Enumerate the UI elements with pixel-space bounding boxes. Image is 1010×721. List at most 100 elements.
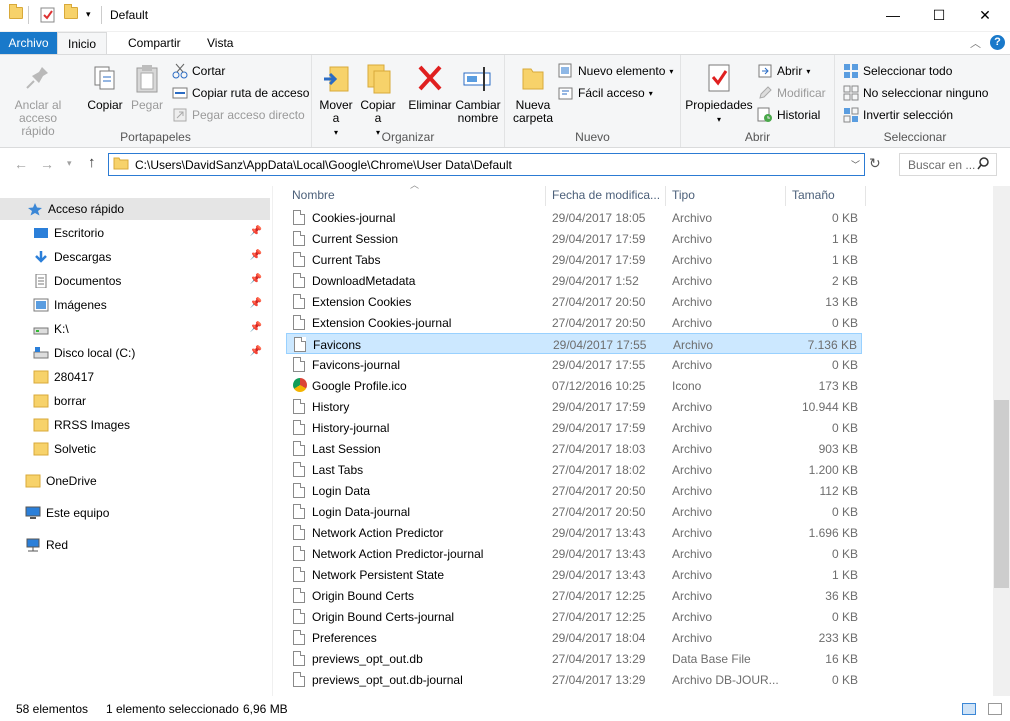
- file-date: 27/04/2017 12:25: [552, 610, 646, 624]
- network-icon: [25, 538, 41, 552]
- recent-locations-icon[interactable]: ▾: [67, 158, 72, 169]
- rename-label: Cambiar nombre: [455, 98, 501, 125]
- select-none-button[interactable]: No seleccionar ninguno: [843, 85, 988, 101]
- file-type: Archivo: [672, 589, 713, 603]
- file-row[interactable]: Last Tabs 27/04/2017 18:02 Archivo 1.200 KB: [286, 459, 862, 480]
- file-row[interactable]: Cookies-journal 29/04/2017 18:05 Archivo 0 …: [286, 207, 862, 228]
- nav-este-equipo[interactable]: Este equipo: [0, 502, 270, 524]
- column-date[interactable]: Fecha de modifica...: [546, 186, 666, 206]
- computer-icon: [25, 506, 41, 520]
- minimize-button[interactable]: —: [870, 0, 916, 30]
- file-row[interactable]: Origin Bound Certs 27/04/2017 12:25 Archiv…: [286, 585, 862, 606]
- help-icon[interactable]: ?: [990, 35, 1005, 50]
- nav-borrar[interactable]: borrar: [0, 390, 270, 412]
- properties-icon[interactable]: [40, 7, 56, 23]
- file-row[interactable]: Favicons-journal 29/04/2017 17:55 Archivo 0…: [286, 354, 862, 375]
- nav-solvetic[interactable]: Solvetic: [0, 438, 270, 460]
- collapse-ribbon-icon[interactable]: ︿: [970, 35, 981, 51]
- paste-shortcut-button[interactable]: Pegar acceso directo: [172, 107, 305, 123]
- file-row[interactable]: previews_opt_out.db 27/04/2017 13:29 Data …: [286, 648, 862, 669]
- nav-descargas[interactable]: Descargas 📌: [0, 246, 270, 268]
- up-arrow-icon[interactable]: ↑: [88, 154, 96, 171]
- open-icon: [757, 63, 773, 79]
- file-row[interactable]: Login Data-journal 27/04/2017 20:50 Archiv…: [286, 501, 862, 522]
- nav-onedrive[interactable]: OneDrive: [0, 470, 270, 492]
- forward-arrow-icon[interactable]: →: [40, 156, 54, 172]
- select-all-button[interactable]: Seleccionar todo: [843, 63, 952, 79]
- invert-selection-button[interactable]: Invertir selección: [843, 107, 953, 123]
- back-arrow-icon[interactable]: ←: [14, 156, 28, 172]
- copy-path-button[interactable]: Copiar ruta de acceso: [172, 85, 309, 101]
- large-icons-view-icon[interactable]: [988, 703, 1002, 715]
- new-folder-icon[interactable]: [64, 4, 78, 19]
- tab-archivo[interactable]: Archivo: [0, 32, 57, 55]
- file-name: Current Tabs: [312, 253, 381, 267]
- nav-disco-local[interactable]: Disco local (C:) 📌: [0, 342, 270, 364]
- maximize-button[interactable]: ☐: [916, 0, 962, 30]
- tab-vista[interactable]: Vista: [197, 32, 243, 55]
- cut-button[interactable]: Cortar: [172, 63, 225, 79]
- pin-quick-access-button[interactable]: Anclar al acceso rápido: [6, 61, 70, 138]
- file-row[interactable]: Login Data 27/04/2017 20:50 Archivo 112 KB: [286, 480, 862, 501]
- file-row[interactable]: Last Session 27/04/2017 18:03 Archivo 903 K…: [286, 438, 862, 459]
- nav-k-drive[interactable]: K:\ 📌: [0, 318, 270, 340]
- file-icon: [293, 231, 305, 246]
- customize-quick-access-icon[interactable]: ▾: [86, 9, 91, 20]
- copy-to-button[interactable]: Copiar a ▾: [360, 61, 396, 139]
- selection-count: 1 elemento seleccionado: [106, 702, 239, 716]
- nav-red[interactable]: Red: [0, 534, 270, 556]
- documents-icon: [33, 273, 49, 289]
- file-row[interactable]: Preferences 29/04/2017 18:04 Archivo 233 KB: [286, 627, 862, 648]
- refresh-icon[interactable]: ↻: [869, 155, 881, 172]
- details-view-icon[interactable]: [962, 703, 976, 715]
- file-row[interactable]: Network Persistent State 29/04/2017 13:43…: [286, 564, 862, 585]
- nav-escritorio[interactable]: Escritorio 📌: [0, 222, 270, 244]
- file-row[interactable]: previews_opt_out.db-journal 27/04/2017 13…: [286, 669, 862, 690]
- paste-button[interactable]: Pegar: [130, 61, 164, 112]
- scrollbar-thumb[interactable]: [994, 400, 1009, 588]
- file-row[interactable]: Google Profile.ico 07/12/2016 10:25 Icono 1…: [286, 375, 862, 396]
- edit-button[interactable]: Modificar: [757, 85, 826, 101]
- column-type[interactable]: Tipo: [666, 186, 786, 206]
- history-button[interactable]: Historial: [757, 107, 820, 123]
- file-row[interactable]: Origin Bound Certs-journal 27/04/2017 12:…: [286, 606, 862, 627]
- file-row[interactable]: Network Action Predictor 29/04/2017 13:43…: [286, 522, 862, 543]
- address-dropdown-icon[interactable]: ﹀: [851, 158, 860, 171]
- tab-inicio[interactable]: Inicio: [57, 32, 108, 55]
- file-row[interactable]: Extension Cookies 27/04/2017 20:50 Archivo…: [286, 291, 862, 312]
- move-to-label: Mover a: [319, 98, 353, 125]
- nav-documentos[interactable]: Documentos 📌: [0, 270, 270, 292]
- nav-rrss-images[interactable]: RRSS Images: [0, 414, 270, 436]
- nav-280417[interactable]: 280417: [0, 366, 270, 388]
- copy-button[interactable]: Copiar: [86, 61, 124, 112]
- nav-quick-access[interactable]: Acceso rápido: [0, 198, 270, 220]
- easy-access-button[interactable]: Fácil acceso ▾: [558, 85, 653, 101]
- file-row[interactable]: Network Action Predictor-journal 29/04/20…: [286, 543, 862, 564]
- file-row[interactable]: Current Session 29/04/2017 17:59 Archivo 1 …: [286, 228, 862, 249]
- new-item-button[interactable]: Nuevo elemento ▾: [558, 63, 673, 79]
- file-row[interactable]: History 29/04/2017 17:59 Archivo 10.944 KB: [286, 396, 862, 417]
- column-name[interactable]: Nombre: [286, 186, 546, 206]
- delete-button[interactable]: Eliminar: [408, 61, 452, 112]
- copy-path-label: Copiar ruta de acceso: [192, 86, 310, 100]
- file-type: Archivo: [672, 295, 713, 309]
- new-folder-button[interactable]: Nueva carpeta: [513, 61, 553, 125]
- nav-imagenes[interactable]: Imágenes 📌: [0, 294, 270, 316]
- column-size[interactable]: Tamaño: [786, 186, 866, 206]
- move-to-button[interactable]: Mover a ▾: [318, 61, 354, 139]
- file-row[interactable]: Current Tabs 29/04/2017 17:59 Archivo 1 KB: [286, 249, 862, 270]
- file-row[interactable]: DownloadMetadata 29/04/2017 1:52 Archivo 2 …: [286, 270, 862, 291]
- search-input[interactable]: Buscar en ...: [899, 153, 997, 176]
- file-row[interactable]: Favicons 29/04/2017 17:55 Archivo 7.136 KB: [286, 333, 862, 354]
- rename-button[interactable]: Cambiar nombre: [455, 61, 501, 125]
- properties-button[interactable]: Propiedades ▾: [685, 61, 753, 126]
- file-row[interactable]: History-journal 29/04/2017 17:59 Archivo 0 …: [286, 417, 862, 438]
- close-button[interactable]: ✕: [962, 0, 1008, 30]
- file-name: Origin Bound Certs-journal: [312, 610, 455, 624]
- address-bar[interactable]: C:\Users\DavidSanz\AppData\Local\Google\…: [108, 153, 865, 176]
- tab-compartir[interactable]: Compartir: [118, 32, 191, 55]
- file-type: Archivo DB-JOUR...: [672, 673, 779, 687]
- file-row[interactable]: Extension Cookies-journal 27/04/2017 20:5…: [286, 312, 862, 333]
- group-seleccionar: Seleccionar todo No seleccionar ninguno …: [835, 55, 995, 147]
- open-button[interactable]: Abrir ▾: [757, 63, 810, 79]
